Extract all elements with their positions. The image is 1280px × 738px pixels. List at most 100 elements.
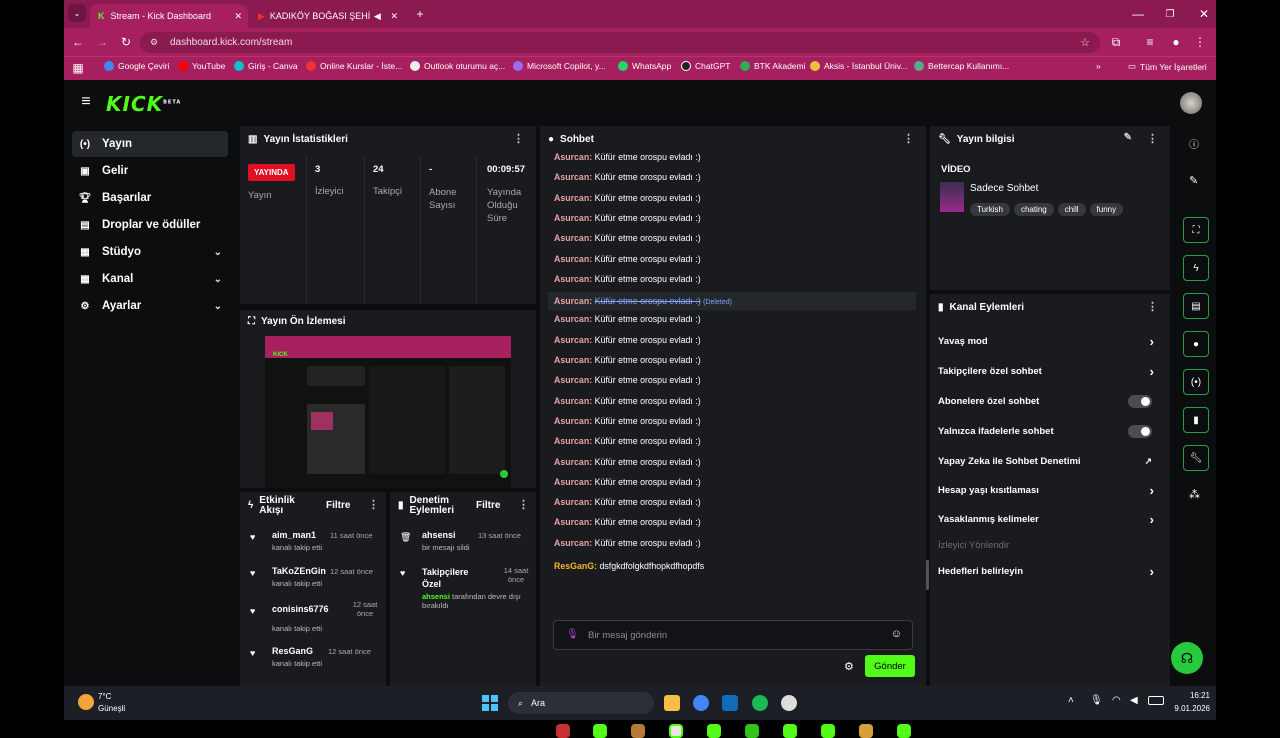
emote-icon[interactable]: [707, 724, 721, 738]
chat-message[interactable]: Asurcan: Küfür etme orospu evladı :): [554, 517, 701, 527]
tag[interactable]: chating: [1013, 203, 1054, 216]
send-button[interactable]: Gönder: [865, 655, 915, 677]
bookmark-bettercap[interactable]: Bettercap Kullanımı...: [914, 61, 1009, 71]
activity-user[interactable]: aim_man1: [272, 530, 316, 540]
moderation-actor[interactable]: ahsensi: [422, 592, 450, 601]
info-icon[interactable]: ⓘ: [1189, 136, 1199, 151]
chat-username[interactable]: Asurcan:: [554, 538, 592, 548]
microphone-icon[interactable]: 🎙︎: [1090, 695, 1103, 706]
chat-message[interactable]: Asurcan: Küfür etme orospu evladı :): [554, 172, 701, 182]
tab-search-icon[interactable]: ⌄: [68, 4, 86, 22]
tag[interactable]: funny: [1089, 203, 1124, 216]
microphone-icon[interactable]: 🎙︎: [566, 629, 579, 640]
bookmark-btk[interactable]: BTK Akademi: [740, 61, 806, 71]
edit-icon[interactable]: ✎: [1189, 174, 1198, 187]
notes-toggle-button[interactable]: ▤: [1183, 293, 1209, 319]
chat-username[interactable]: Asurcan:: [554, 497, 592, 507]
moderation-user[interactable]: ahsensi: [422, 530, 456, 540]
menu-icon[interactable]: ⋮: [1190, 32, 1210, 52]
chat-message[interactable]: Asurcan: Küfür etme orospu evladı :): [554, 477, 701, 487]
sidebar-item-kanal[interactable]: ▦ Kanal ⌄: [72, 266, 228, 292]
bookmark-canva[interactable]: Giriş - Canva: [234, 61, 298, 71]
file-explorer-icon[interactable]: [664, 695, 680, 711]
avatar[interactable]: [1180, 92, 1202, 114]
more-options-icon[interactable]: ⋮: [1147, 300, 1158, 313]
close-icon[interactable]: ✕: [234, 11, 242, 22]
action-account-age[interactable]: Hesap yaşı kısıtlaması ›: [938, 483, 1158, 498]
emote-icon[interactable]: [783, 724, 797, 738]
chat-username[interactable]: Asurcan:: [554, 375, 592, 385]
new-tab-icon[interactable]: +: [410, 4, 430, 24]
filter-button[interactable]: Filtre: [476, 500, 500, 511]
chat-username[interactable]: Asurcan:: [554, 254, 592, 264]
bookmark-chatgpt[interactable]: ChatGPT: [681, 61, 730, 71]
chat-message[interactable]: Asurcan: Küfür etme orospu evladı :): [554, 213, 701, 223]
more-options-icon[interactable]: ⋮: [518, 498, 529, 511]
emote-icon[interactable]: [556, 724, 570, 738]
bookmark-online-courses[interactable]: Online Kurslar - İste...: [306, 61, 402, 71]
media-icon[interactable]: ≡: [1140, 32, 1160, 52]
tag[interactable]: Turkish: [970, 203, 1010, 216]
forward-icon[interactable]: →: [92, 32, 112, 52]
restore-icon[interactable]: ❐: [1160, 4, 1180, 24]
action-banned-words[interactable]: Yasaklanmış kelimeler ›: [938, 512, 1158, 527]
chat-username[interactable]: Asurcan:: [554, 416, 592, 426]
window-close-icon[interactable]: ✕: [1194, 4, 1214, 24]
activity-user[interactable]: conisins6776: [272, 604, 329, 614]
all-bookmarks-folder[interactable]: ▭ Tüm Yer İşaretleri: [1128, 61, 1207, 72]
site-info-icon[interactable]: ⚙: [150, 37, 158, 48]
sidebar-item-gelir[interactable]: ▣ Gelir: [72, 158, 228, 184]
chat-username[interactable]: Asurcan:: [554, 355, 592, 365]
chat-username[interactable]: Asurcan:: [554, 233, 592, 243]
more-widgets-icon[interactable]: ⁂: [1189, 488, 1200, 501]
emote-icon[interactable]: [821, 724, 835, 738]
back-icon[interactable]: ←: [68, 32, 88, 52]
chat-message[interactable]: Asurcan: Küfür etme orospu evladı :): [554, 274, 701, 284]
emote-icon[interactable]: [859, 724, 873, 738]
volume-icon[interactable]: ◀: [1130, 695, 1138, 706]
chat-message[interactable]: Asurcan: Küfür etme orospu evladı :): [554, 254, 701, 264]
more-options-icon[interactable]: ⋮: [903, 132, 914, 145]
emote-icon[interactable]: [897, 724, 911, 738]
chat-message[interactable]: Asurcan: Küfür etme orospu evladı :): [554, 355, 701, 365]
stream-info-toggle-button[interactable]: 🔧︎: [1183, 445, 1209, 471]
chat-message[interactable]: Asurcan: Küfür etme orospu evladı :): [554, 152, 701, 162]
bookmark-aksis[interactable]: Aksis - İstanbul Üniv...: [810, 61, 907, 71]
sidebar-item-droplar[interactable]: ▤ Droplar ve ödüller: [72, 212, 228, 238]
chat-username[interactable]: Asurcan:: [554, 396, 592, 406]
bookmark-youtube[interactable]: YouTube: [178, 61, 225, 71]
wifi-icon[interactable]: ◠: [1112, 695, 1121, 706]
chat-message[interactable]: Asurcan: Küfür etme orospu evladı :): [554, 436, 701, 446]
emote-icon[interactable]: [593, 724, 607, 738]
tab-youtube[interactable]: ▶ KADIKÖY BOĞASI ŞEHİNŞAH ◀ ✕: [250, 4, 404, 28]
bookmark-star-icon[interactable]: ☆: [1080, 36, 1090, 49]
tag[interactable]: chill: [1057, 203, 1086, 216]
chat-message[interactable]: Asurcan: Küfür etme orospu evladı :): [554, 314, 701, 324]
weather-icon[interactable]: [78, 694, 94, 710]
chat-message[interactable]: ResGanG: dsfgkdfolgkdfhopkdfhopdfs: [554, 561, 704, 571]
more-bookmarks-icon[interactable]: »: [1096, 61, 1101, 71]
reload-icon[interactable]: ↻: [116, 32, 136, 52]
chat-username[interactable]: Asurcan:: [554, 172, 592, 182]
chat-username[interactable]: Asurcan:: [554, 457, 592, 467]
chat-username[interactable]: ResGanG:: [554, 561, 597, 571]
chat-toggle-button[interactable]: ●: [1183, 331, 1209, 357]
close-icon[interactable]: ✕: [390, 11, 398, 22]
sidebar-item-ayarlar[interactable]: ⚙ Ayarlar ⌄: [72, 293, 228, 319]
preview-video[interactable]: KICK: [265, 336, 511, 488]
chrome-icon[interactable]: [693, 695, 709, 711]
chat-message[interactable]: Asurcan: Küfür etme orospu evladı :): [554, 375, 701, 385]
bookmark-outlook[interactable]: Outlook oturumu aç...: [410, 61, 505, 71]
chat-message[interactable]: Asurcan: Küfür etme orospu evladı :): [554, 335, 701, 345]
preview-toggle-button[interactable]: ⛶: [1183, 217, 1209, 243]
chat-message[interactable]: Asurcan: Küfür etme orospu evladı :): [554, 193, 701, 203]
sidebar-item-basarilar[interactable]: 🏆︎ Başarılar: [72, 185, 228, 211]
chat-message[interactable]: Asurcan: Küfür etme orospu evladı :): [554, 233, 701, 243]
tab-stream-kick[interactable]: K Stream - Kick Dashboard ✕: [90, 4, 248, 28]
action-ai-moderation[interactable]: Yapay Zeka ile Sohbet Denetimi ↗: [938, 456, 1158, 467]
chat-username[interactable]: Asurcan:: [554, 296, 592, 306]
chat-input[interactable]: 🎙︎ Bir mesaj gönderin ☺: [553, 620, 913, 650]
kick-logo[interactable]: KICKBETA: [106, 92, 181, 116]
spotify-icon[interactable]: [752, 695, 768, 711]
chat-username[interactable]: Asurcan:: [554, 517, 592, 527]
